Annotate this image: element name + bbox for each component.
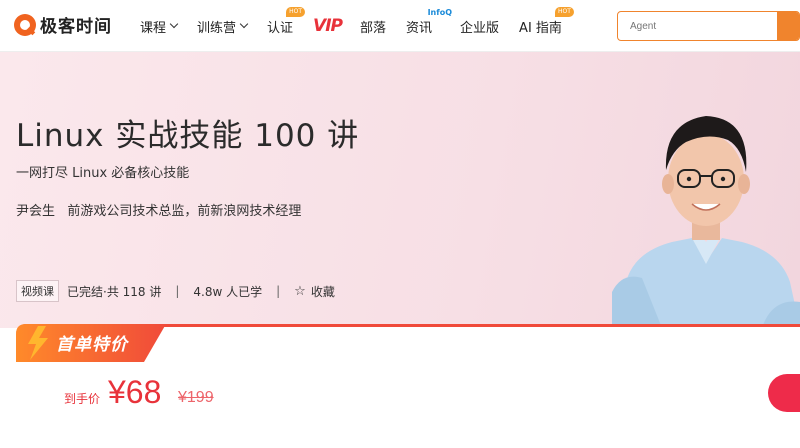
course-title: Linux 实战技能 100 讲: [16, 118, 360, 154]
nav-item-enterprise[interactable]: 企业版: [460, 17, 499, 36]
price-label: 到手价: [64, 392, 101, 406]
course-hero: Linux 实战技能 100 讲 一网打尽 Linux 必备核心技能 尹会生 前…: [0, 52, 800, 328]
nav-item-news[interactable]: 资讯 InfoQ: [406, 8, 452, 36]
chevron-down-icon: [169, 19, 179, 29]
nav-label: 企业版: [460, 20, 500, 36]
brand-logo[interactable]: 极客时间: [14, 12, 112, 37]
nav-item-ai-guide[interactable]: AI 指南 HOT: [519, 6, 574, 36]
course-status: 已完结·共 118 讲: [67, 284, 162, 299]
nav-label: 训练营: [197, 20, 237, 36]
original-price: ¥199: [178, 389, 214, 406]
nav-item-certification[interactable]: 认证 HOT: [267, 6, 306, 36]
brand-name: 极客时间: [40, 17, 112, 37]
nav-label: AI 指南: [519, 20, 562, 36]
nav-item-courses[interactable]: 课程: [140, 17, 179, 36]
course-subtitle: 一网打尽 Linux 必备核心技能: [16, 166, 190, 181]
learner-count: 4.8w 人已学: [193, 284, 263, 299]
search-box: [617, 11, 800, 41]
instructor-photo: [612, 116, 800, 328]
top-header: 极客时间 课程 训练营 认证 HOT VIP 部落 资讯 InfoQ 企业版 A…: [0, 0, 800, 52]
main-nav: 课程 训练营 认证 HOT VIP 部落 资讯 InfoQ 企业版 AI 指南 …: [140, 0, 582, 52]
offer-badge-text: 首单特价: [56, 335, 128, 355]
nav-label: 课程: [140, 20, 167, 36]
nav-label: 认证: [267, 20, 294, 36]
course-author: 尹会生 前游戏公司技术总监，前新浪网技术经理: [16, 204, 302, 219]
nav-item-bootcamp[interactable]: 训练营: [197, 17, 249, 36]
hot-badge: HOT: [286, 6, 306, 17]
search-input[interactable]: [618, 12, 777, 40]
search-button[interactable]: [777, 12, 799, 40]
course-type-tag: 视频课: [16, 280, 59, 302]
current-price: ¥68: [108, 374, 162, 410]
nav-item-tribe[interactable]: 部落: [360, 17, 386, 36]
divider: |: [276, 284, 281, 298]
favorite-button[interactable]: ☆ 收藏: [294, 283, 335, 300]
infoq-badge: InfoQ: [427, 7, 453, 17]
course-meta: 视频课 已完结·共 118 讲 | 4.8w 人已学 | ☆ 收藏: [16, 280, 335, 302]
chevron-down-icon: [239, 19, 249, 29]
nav-label: 资讯: [406, 20, 433, 36]
hot-badge: HOT: [555, 6, 574, 17]
nav-item-vip[interactable]: VIP: [313, 16, 343, 36]
nav-label: 部落: [360, 20, 387, 36]
logo-icon: [14, 13, 36, 36]
star-icon: ☆: [294, 283, 306, 299]
divider: |: [175, 284, 180, 298]
buy-button[interactable]: [768, 374, 800, 412]
favorite-label: 收藏: [310, 284, 335, 299]
